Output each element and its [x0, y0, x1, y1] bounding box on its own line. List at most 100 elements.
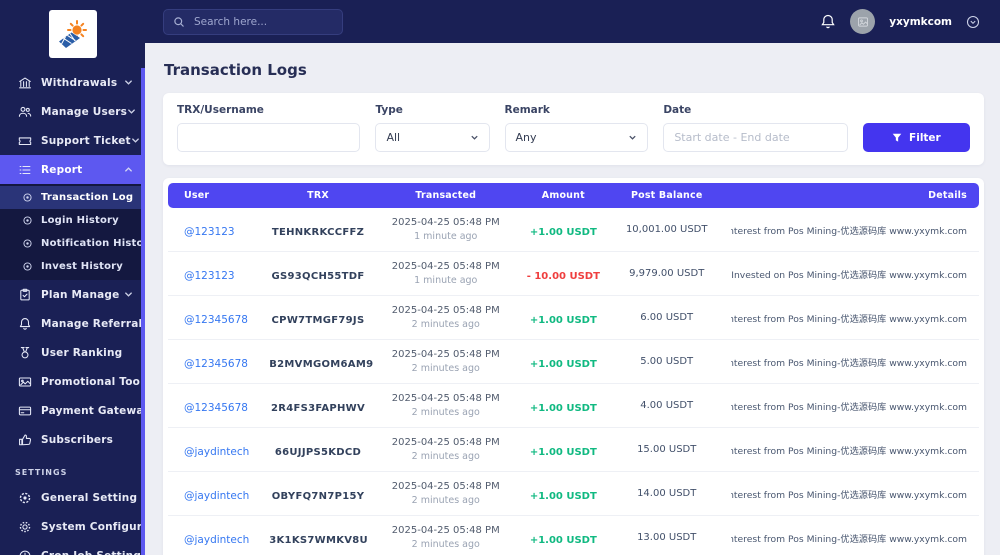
user-menu-chevron-icon[interactable] [966, 15, 980, 29]
notification-bell-icon[interactable] [820, 13, 836, 30]
search-input[interactable] [192, 14, 333, 29]
filter-card: TRX/Username Type All Remark Any Date St… [163, 93, 984, 165]
type-label: Type [375, 104, 403, 116]
sidebar-item-manage-referral[interactable]: Manage Referral [0, 309, 145, 338]
sidebar-item-transaction-log[interactable]: Transaction Log [0, 186, 145, 209]
filter-button-label: Filter [909, 131, 941, 144]
transactions-table-card: User TRX Transacted Amount Post Balance Detai… [163, 178, 984, 555]
sidebar-item-invest-history[interactable]: Invest History [0, 255, 145, 278]
user-link[interactable]: @jaydintech [184, 446, 249, 458]
remark-field: Remark Any [504, 104, 649, 152]
trx-code: 2R4FS3FAPHWV [270, 403, 366, 414]
filter-button[interactable]: Filter [862, 123, 970, 152]
chevron-down-icon [470, 133, 479, 142]
transacted-date: 2025-04-25 05:48 PM [391, 481, 500, 492]
user-avatar[interactable] [850, 9, 876, 34]
search-icon [173, 16, 185, 28]
column-header-user[interactable]: User [168, 183, 262, 208]
user-link[interactable]: @12345678 [184, 314, 248, 326]
sidebar-item-label: Cron Job Setting [41, 550, 141, 555]
sidebar-item-label: Withdrawals [41, 76, 118, 89]
amount-value: +1.00 USDT [529, 535, 597, 546]
chevron-down-icon [131, 136, 140, 145]
sidebar-item-withdrawals[interactable]: Withdrawals [0, 68, 145, 97]
sidebar-item-label: General Setting [41, 491, 138, 504]
column-header-post-balance[interactable]: Post Balance [609, 183, 724, 208]
trx-code: CPW7TMGF79JS [271, 315, 365, 326]
sidebar-nav: Withdrawals Manage Users Support Ticket … [0, 68, 145, 555]
radio-icon [22, 215, 33, 226]
sidebar-item-payment-gateways[interactable]: Payment Gateways [0, 396, 145, 425]
radio-icon [22, 261, 33, 272]
user-link[interactable]: @jaydintech [184, 490, 249, 502]
sidebar-subitem-label: Transaction Log [41, 192, 134, 203]
post-balance-value: 6.00 USDT [609, 295, 724, 339]
date-field: Date [663, 104, 848, 152]
chevron-down-icon [628, 133, 637, 142]
table-row: @jaydintech 3K1KS7WMKV8U 2025-04-25 05:4… [168, 515, 979, 555]
sidebar-item-label: Payment Gateways [41, 404, 145, 417]
user-link[interactable]: @12345678 [184, 358, 248, 370]
sidebar-item-report[interactable]: Report [0, 155, 145, 184]
chevron-down-icon [124, 290, 133, 299]
trx-code: 3K1KS7WMKV8U [269, 535, 368, 546]
brand-logo[interactable] [48, 10, 97, 58]
column-header-transacted[interactable]: Transacted [374, 183, 517, 208]
column-header-amount[interactable]: Amount [516, 183, 610, 208]
table-row: @12345678 2R4FS3FAPHWV 2025-04-25 05:48 … [168, 383, 979, 427]
chevron-down-icon [127, 107, 136, 116]
content: Transaction Logs TRX/Username Type All R… [145, 43, 1000, 555]
trx-username-field: TRX/Username [177, 104, 361, 152]
gear-icon [18, 491, 32, 505]
sidebar-item-plan-manage[interactable]: Plan Manage [0, 280, 145, 309]
remark-label: Remark [504, 104, 550, 116]
sidebar-scrollbar[interactable] [141, 68, 145, 555]
amount-value: +1.00 USDT [529, 491, 597, 502]
table-header-row: User TRX Transacted Amount Post Balance Detai… [168, 183, 979, 208]
type-select[interactable]: All [375, 123, 490, 152]
details-text: 1.00 USDT interest from Pos Mining-优选源码库… [731, 489, 967, 501]
sidebar-item-label: Manage Users [41, 105, 128, 118]
table-row: @123123 GS93QCH55TDF 2025-04-25 05:48 PM… [168, 251, 979, 295]
type-field: Type All [375, 104, 490, 152]
user-link[interactable]: @123123 [184, 226, 235, 238]
app-root: Withdrawals Manage Users Support Ticket … [0, 0, 1000, 555]
card-icon [18, 404, 32, 418]
sidebar-item-promotional-tool[interactable]: Promotional Tool [0, 367, 145, 396]
chevron-down-icon [124, 78, 133, 87]
chevron-up-icon [124, 165, 133, 174]
transacted-ago: 1 minute ago [414, 231, 478, 242]
table-row: @123123 TEHNKRKCCFFZ 2025-04-25 05:48 PM… [168, 208, 979, 251]
user-link[interactable]: @jaydintech [184, 534, 249, 546]
remark-select[interactable]: Any [504, 123, 649, 152]
username-label[interactable]: yxymkcom [889, 16, 952, 28]
solar-logo-icon [58, 20, 87, 48]
user-link[interactable]: @123123 [184, 270, 235, 282]
sidebar-item-login-history[interactable]: Login History [0, 209, 145, 232]
trx-username-input[interactable] [177, 123, 361, 152]
sidebar-item-notification-history[interactable]: Notification History [0, 232, 145, 255]
date-range-input[interactable] [663, 123, 848, 152]
bank-icon [18, 76, 32, 90]
sidebar-item-cron-job-setting[interactable]: Cron Job Setting [0, 541, 145, 555]
sidebar-item-subscribers[interactable]: Subscribers [0, 425, 145, 454]
sidebar-item-support-ticket[interactable]: Support Ticket [0, 126, 145, 155]
sidebar-item-user-ranking[interactable]: User Ranking [0, 338, 145, 367]
user-link[interactable]: @12345678 [184, 402, 248, 414]
ticket-icon [18, 134, 32, 148]
search-box[interactable] [163, 8, 343, 35]
medal-icon [18, 346, 32, 360]
details-text: 1.00 USDT interest from Pos Mining-优选源码库… [731, 445, 967, 457]
column-header-trx[interactable]: TRX [261, 183, 375, 208]
date-label: Date [663, 104, 692, 116]
sidebar-item-label: User Ranking [41, 346, 123, 359]
sidebar-item-label: Manage Referral [41, 317, 143, 330]
post-balance-value: 13.00 USDT [609, 515, 724, 555]
amount-value: +1.00 USDT [529, 403, 597, 414]
sidebar-subitem-label: Login History [41, 215, 119, 226]
sidebar-item-system-configuration[interactable]: System Configuration [0, 512, 145, 541]
column-header-details[interactable]: Details [723, 183, 979, 208]
sidebar-item-general-setting[interactable]: General Setting [0, 483, 145, 512]
sidebar-item-manage-users[interactable]: Manage Users [0, 97, 145, 126]
transacted-date: 2025-04-25 05:48 PM [391, 261, 500, 272]
